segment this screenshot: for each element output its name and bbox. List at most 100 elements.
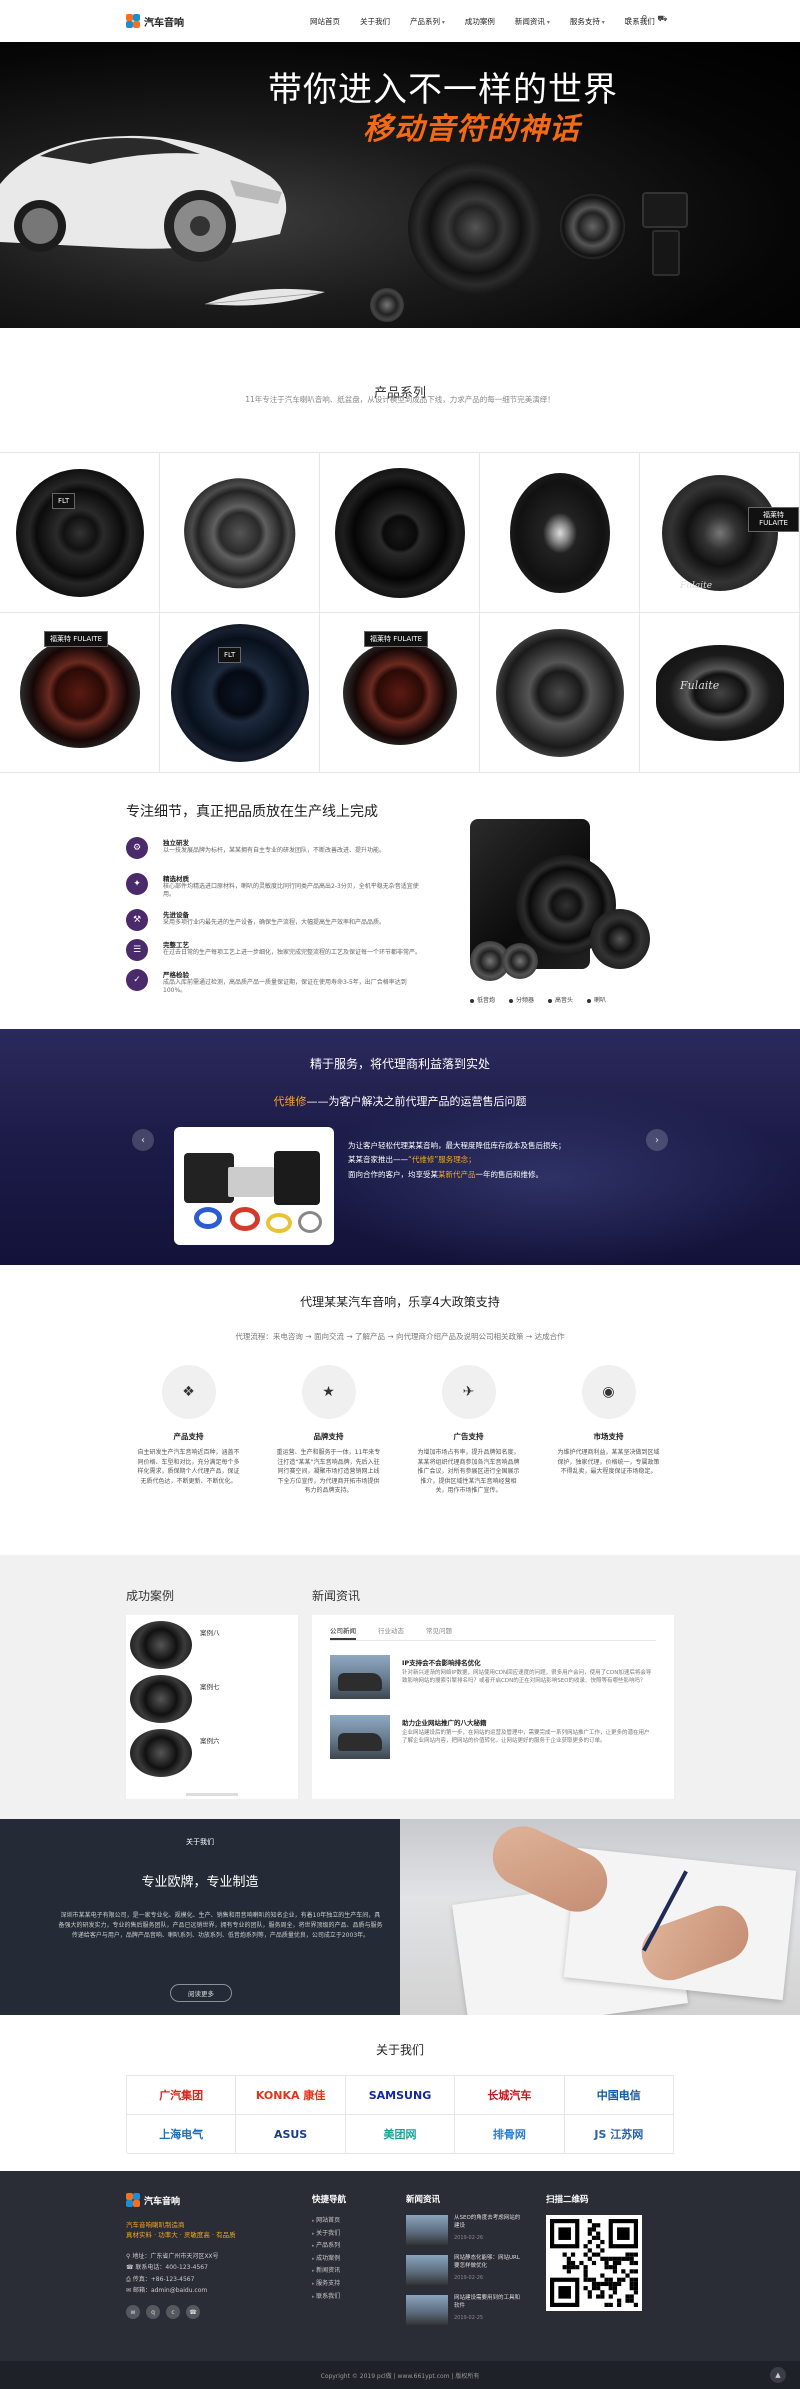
partner-logo[interactable]: 美团网 [345,2115,456,2154]
brand-tag: FLT [218,647,242,664]
product-image [15,468,144,597]
case-item[interactable]: 案例七 [126,1675,298,1723]
partner-logo[interactable]: 长城汽车 [455,2076,565,2115]
feature-name: 严格检验 [163,971,189,979]
partner-logo-text: 广汽集团 [159,2089,204,2102]
case-scrollbar[interactable] [186,1793,238,1796]
product-image [19,637,140,748]
footer-news-item[interactable]: 从SEO的角度去考虑网站的建设 2019-02-26 [406,2215,520,2249]
tab-company-news[interactable]: 公司新闻 [330,1625,356,1640]
news-item-desc: 针对新兴逐渐的网络IP数据，网站使用CDN回应速度的问题，很多用户会问，使用了C… [402,1670,652,1685]
footer-link[interactable]: 联系我们 [312,2291,340,2304]
partner-logo-text: KONKA 康佳 [255,2089,326,2102]
partner-logo[interactable]: ASUS [236,2115,346,2154]
back-to-top-icon[interactable]: ▲ [770,2367,786,2383]
case-item[interactable]: 案例六 [126,1729,298,1777]
case-name: 案例七 [200,1683,220,1691]
about-title: 专业欧牌，专业制造 [141,1875,259,1890]
copyright-text: Copyright © 2019 pcl做 | www.661ypt.com |… [320,2372,480,2380]
partner-logo[interactable]: 上海电气 [127,2115,237,2154]
product-card[interactable]: 福莱特 FULAITE [320,613,480,773]
footer-nav-title: 快捷导航 [312,2195,347,2205]
phone-icon[interactable]: ☎ [186,2305,200,2319]
footer-link[interactable]: 关于我们 [312,2228,340,2241]
partner-logo[interactable]: SAMSUNG [345,2076,456,2115]
footer-news-item[interactable]: 网站静态化能够：网站URL要怎样做优化 2019-02-26 [406,2255,520,2289]
nav-products[interactable]: 产品系列 [410,16,445,27]
product-card[interactable]: FLT [160,613,320,773]
nav-about[interactable]: 关于我们 [360,16,390,27]
cases-title: 成功案例 [126,1589,175,1603]
nav-home[interactable]: 网站首页 [310,16,340,27]
feature-name: 完整工艺 [163,941,189,949]
feature-desc: 核心部件均精选进口原材料，喇叭的灵敏度比同行同类产品高出2-3分贝，全机平稳无杂… [163,883,419,899]
product-card[interactable] [160,453,320,613]
news-item-title[interactable]: 助力企业网站推广的八大秘籍 [402,1717,487,1727]
detail-section: 专注细节，真正把品质放在生产线上完成 ⚙ 独立研发 以一技发展品牌为标杆，某某拥… [0,773,800,1029]
footer-link[interactable]: 服务支持 [312,2278,340,2291]
legend-item: 喇叭 [587,995,606,1004]
case-item[interactable]: 案例八 [126,1621,298,1669]
news-item[interactable]: IP支持会不会影响排名优化 针对新兴逐渐的网络IP数据，网站使用CDN回应速度的… [330,1655,656,1703]
footer-contact-info: ⚲ 地址：广东省广州市天河区XX号 ☎ 联系电话：400-123-4567 ⎙ … [126,2251,219,2297]
qr-title: 扫描二维码 [546,2195,589,2205]
policy-flow: 代理流程：来电咨询 → 面向交流 → 了解产品 → 向代理商介绍产品及说明公司相… [235,1332,565,1341]
user-icon[interactable]: ⚲ [641,14,647,24]
email-line: ✉ 邮箱：admin@baidu.com [126,2287,208,2295]
partner-logo[interactable]: 广汽集团 [127,2076,237,2115]
prev-arrow-icon[interactable]: ‹ [132,1129,154,1151]
product-image [170,623,309,762]
nav-cases[interactable]: 成功案例 [465,16,495,27]
read-more-button[interactable]: 阅读更多 [170,1984,232,2002]
feather-image [204,288,325,306]
weibo-icon[interactable]: w [126,2305,140,2319]
footer-logo[interactable]: 汽车音响 [126,2193,180,2207]
partner-logo[interactable]: JS 江苏网 [564,2115,674,2154]
partners-section: 关于我们 广汽集团 KONKA 康佳 SAMSUNG 长城汽车 中国电信上海电气 ASUS… [0,2015,800,2171]
footer-news-item[interactable]: 网站建设需要用到的工具和软件 2019-02-25 [406,2295,520,2329]
wechat-icon[interactable]: c [166,2305,180,2319]
product-card[interactable] [320,453,480,613]
feature-desc: 成品入库前需通过检测，高品质产品一质量保证期，保证在使用寿命3-5年，出厂合格率… [163,979,407,995]
cart-icon[interactable]: ⛟ [657,14,667,24]
service-section: 精于服务，将代理商利益落到实处 代维修——为客户解决之前代理产品的运营售后问题 … [0,1029,800,1265]
next-arrow-icon[interactable]: › [646,1129,668,1151]
partners-title: 关于我们 [375,2043,424,2057]
feature-name: 独立研发 [163,839,189,847]
tab-faq[interactable]: 常见问题 [426,1625,452,1640]
product-image [655,644,784,741]
partner-logo[interactable]: KONKA 康佳 [236,2076,346,2115]
subwoofer-image: 低音炮 分频器 高音头 喇叭 [470,819,680,1009]
footer-link[interactable]: 新闻资讯 [312,2265,340,2278]
products-header: 产品系列 11年专注于汽车喇叭音响、纸盆盘，从设计模型到成品下线，力求产品的每一… [0,328,800,452]
partner-logo-text: 美团网 [383,2128,417,2141]
news-thumb [406,2295,448,2325]
partner-logo[interactable]: 中国电信 [564,2076,674,2115]
news-item-desc: 企业网站建设后的第一步，在网站的运营及管理中，需要完成一系列网站推广工作，让更多… [402,1730,650,1745]
news-image [330,1715,390,1759]
site-footer: 汽车音响 汽车音响喇叭制造商 真材实料 · 功率大 · 灵敏度高 · 有品质 ⚲… [0,2171,800,2361]
footer-link[interactable]: 产品系列 [312,2240,340,2253]
tab-industry-news[interactable]: 行业动态 [378,1625,404,1640]
qq-icon[interactable]: q [146,2305,160,2319]
search-icon[interactable]: ⌕ [627,14,631,24]
news-tabs: 公司新闻 行业动态 常见问题 [330,1625,452,1640]
news-item-title[interactable]: IP支持会不会影响排名优化 [402,1657,481,1667]
partner-logo[interactable]: 排骨网 [455,2115,565,2154]
site-logo[interactable]: 汽车音响 [126,14,184,29]
footer-link[interactable]: 成功案例 [312,2253,340,2266]
product-card[interactable] [480,453,640,613]
product-card[interactable] [480,613,640,773]
research-icon: ⚙ [126,837,148,859]
product-card[interactable]: 福莱特 FULAITE [0,613,160,773]
nav-service[interactable]: 服务支持 [570,16,605,27]
footer-link[interactable]: 网站首页 [312,2215,340,2228]
product-card[interactable]: FLT [0,453,160,613]
news-item[interactable]: 助力企业网站推广的八大秘籍 企业网站建设后的第一步，在网站的运营及管理中，需要完… [330,1715,656,1763]
hero-banner: 带你进入不一样的世界 移动音符的神话 [0,42,800,328]
case-image [130,1675,192,1723]
feature-name: 先进设备 [163,911,189,919]
product-card[interactable]: 福莱特 FULAITE Fulaite [640,453,800,613]
product-card[interactable]: Fulaite [640,613,800,773]
nav-news[interactable]: 新闻资讯 [515,16,550,27]
